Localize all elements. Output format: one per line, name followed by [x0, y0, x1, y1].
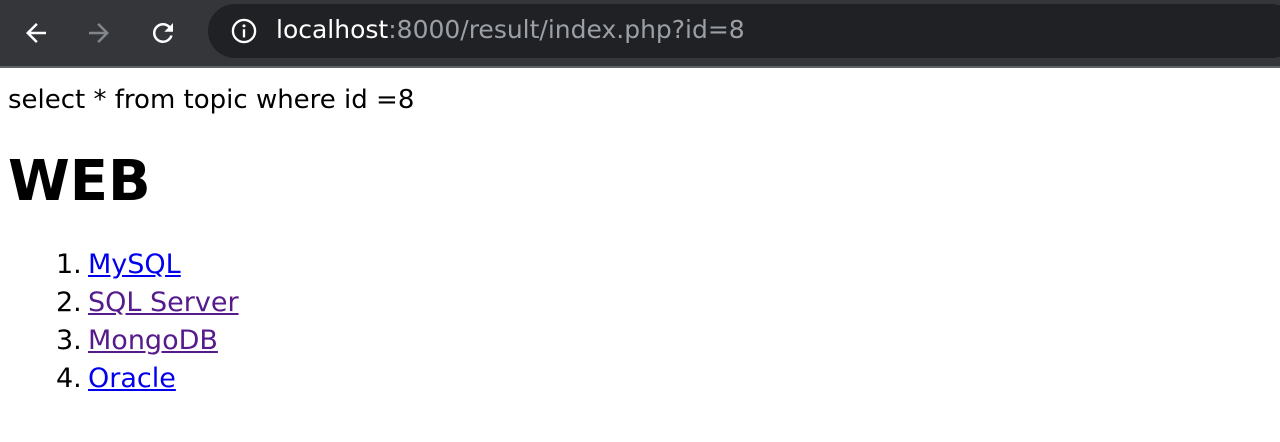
- list-item: 3. MongoDB: [8, 322, 1272, 360]
- link-mongodb[interactable]: MongoDB: [88, 325, 218, 356]
- back-arrow-icon: [26, 23, 46, 43]
- page-content: select * from topic where id =8 WEB 1. M…: [8, 82, 1272, 398]
- list-number: 3.: [56, 325, 82, 356]
- link-sql-server[interactable]: SQL Server: [88, 287, 239, 318]
- reload-button[interactable]: [143, 13, 183, 53]
- url-host: localhost: [276, 15, 389, 44]
- forward-arrow-icon: [89, 23, 109, 43]
- list-item: 2. SQL Server: [8, 284, 1272, 322]
- list-number: 4.: [56, 363, 82, 394]
- reload-icon: [152, 22, 173, 43]
- forward-button[interactable]: [79, 13, 119, 53]
- list-item: 1. MySQL: [8, 246, 1272, 284]
- list-number: 1.: [56, 249, 82, 280]
- toolbar-divider: [0, 66, 1280, 68]
- info-icon[interactable]: [230, 17, 258, 45]
- link-oracle[interactable]: Oracle: [88, 363, 176, 394]
- list-item: 4. Oracle: [8, 360, 1272, 398]
- topic-list: 1. MySQL 2. SQL Server 3. MongoDB 4. Ora…: [8, 246, 1272, 398]
- url-path: :8000/result/index.php?id=8: [388, 15, 745, 44]
- list-number: 2.: [56, 287, 82, 318]
- link-mysql[interactable]: MySQL: [88, 249, 181, 280]
- page-title: WEB: [8, 149, 151, 214]
- back-button[interactable]: [16, 13, 56, 53]
- url-text[interactable]: localhost:8000/result/index.php?id=8: [276, 13, 745, 47]
- sql-query-text: select * from topic where id =8: [8, 85, 415, 115]
